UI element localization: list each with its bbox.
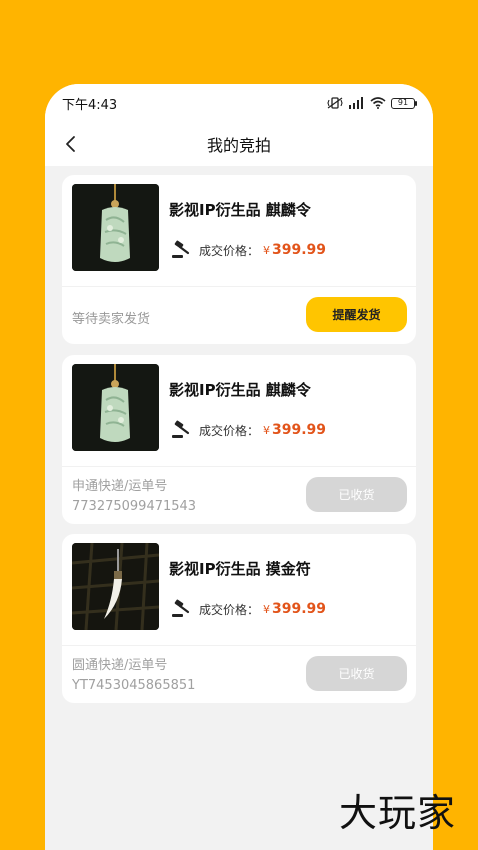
courier-label: 圆通快递/运单号: [72, 658, 168, 673]
currency-symbol: ¥: [263, 603, 271, 616]
received-button[interactable]: 已收货: [306, 656, 407, 691]
gavel-icon: [172, 599, 190, 617]
status-time: 下午4:43: [62, 97, 118, 113]
nav-bar: 我的竞拍: [45, 122, 433, 166]
tracking-number: 773275099471543: [72, 499, 197, 514]
price-value: ¥399.99: [263, 422, 326, 438]
order-card[interactable]: 影视IP衍生品 摸金符 成交价格： ¥399.99 圆通快递/运单号 YT745…: [62, 534, 416, 703]
order-footer: 等待卖家发货 提醒发货: [62, 287, 416, 344]
courier-label: 申通快递/运单号: [72, 479, 168, 494]
currency-symbol: ¥: [263, 424, 271, 437]
product-title: 影视IP衍生品 摸金符: [169, 560, 311, 578]
signal-icon: [349, 97, 363, 109]
battery-icon: 91: [391, 97, 417, 109]
order-info: 影视IP衍生品 麒麟令 成交价格： ¥399.99: [62, 175, 416, 287]
back-chevron-icon[interactable]: [61, 134, 81, 154]
price-amount: 399.99: [272, 422, 327, 438]
status-icons: 91: [327, 97, 417, 109]
price-value: ¥399.99: [263, 242, 326, 258]
product-title: 影视IP衍生品 麒麟令: [169, 381, 311, 399]
price-row: 成交价格： ¥399.99: [171, 240, 326, 260]
remind-ship-button[interactable]: 提醒发货: [306, 297, 407, 332]
product-image: [72, 364, 159, 451]
price-label: 成交价格：: [199, 243, 260, 258]
brand-watermark: 大玩家: [338, 791, 456, 835]
order-footer: 圆通快递/运单号 YT7453045865851 已收货: [62, 646, 416, 703]
page-title: 我的竞拍: [206, 136, 271, 155]
order-status: 等待卖家发货: [72, 312, 151, 327]
phone-screen: 下午4:43 91 我的竞拍 影视IP衍生品 麒麟令 成交价格： ¥ 399.9…: [45, 84, 433, 850]
price-label: 成交价格：: [199, 423, 260, 438]
price-row: 成交价格： ¥399.99: [171, 420, 326, 440]
product-image: [72, 543, 159, 630]
order-info: 影视IP衍生品 麒麟令 成交价格： ¥399.99: [62, 355, 416, 467]
received-button[interactable]: 已收货: [306, 477, 407, 512]
product-image: [72, 184, 159, 271]
order-footer: 申通快递/运单号 773275099471543 已收货: [62, 467, 416, 524]
tracking-number: YT7453045865851: [72, 678, 196, 693]
price-value: ¥399.99: [263, 601, 326, 617]
price-amount: 399.99: [272, 242, 327, 258]
price-label: 成交价格：: [199, 602, 260, 617]
product-title: 影视IP衍生品 麒麟令: [169, 201, 311, 219]
shipping-info: 圆通快递/运单号 YT7453045865851: [72, 656, 195, 696]
price-row: 成交价格： ¥399.99: [171, 599, 326, 619]
gavel-icon: [172, 240, 190, 258]
gavel-icon: [172, 420, 190, 438]
currency-symbol: ¥: [263, 244, 271, 257]
order-card[interactable]: 影视IP衍生品 麒麟令 成交价格： ¥399.99 等待卖家发货 提醒发货: [62, 175, 416, 344]
vibrate-icon: [327, 97, 343, 109]
price-amount: 399.99: [272, 601, 327, 617]
order-card[interactable]: 影视IP衍生品 麒麟令 成交价格： ¥399.99 申通快递/运单号 77327…: [62, 355, 416, 524]
status-bar: 下午4:43 91: [45, 84, 433, 122]
order-info: 影视IP衍生品 摸金符 成交价格： ¥399.99: [62, 534, 416, 646]
shipping-info: 申通快递/运单号 773275099471543: [72, 477, 196, 517]
wifi-icon: [370, 97, 386, 109]
